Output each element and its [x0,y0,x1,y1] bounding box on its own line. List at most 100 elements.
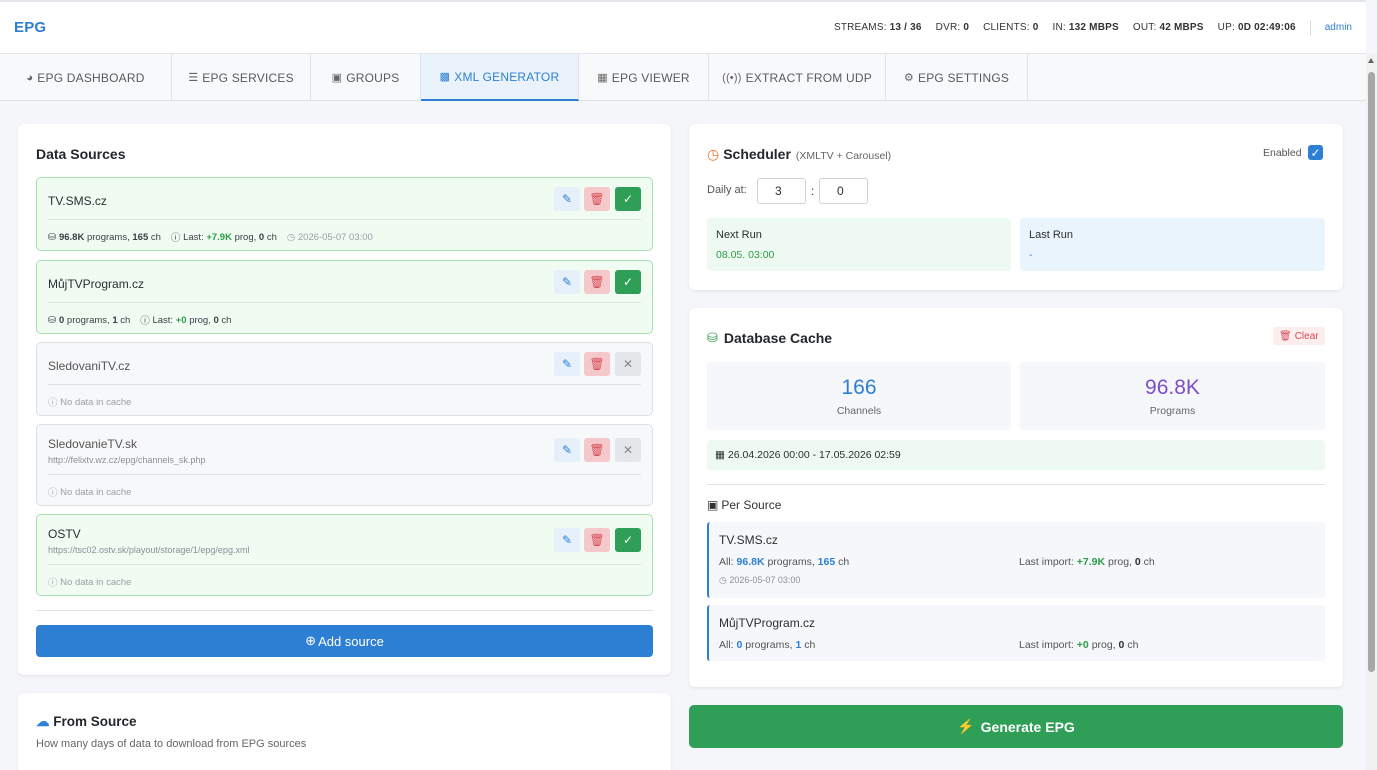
source-meta: ⓘ No data in cache [48,576,132,590]
edit-source-button[interactable]: ✎ [554,187,580,211]
source-item-mujtvprogram: MůjTVProgram.cz ✎ 🗑 ✓ ⛁ 0 programs, 1 ch… [36,260,653,334]
dashboard-icon: ◕ [26,71,34,84]
source-meta: ⓘ No data in cache [48,396,132,410]
trash-icon: 🗑 [589,275,605,289]
info-icon: ⓘ [48,398,58,409]
time-separator: : [811,184,815,198]
per-source-card-tvsms: TV.SMS.cz All: 96.8K programs, 165 ch La… [707,522,1325,598]
tab-extract-from-udp[interactable]: ((•)) EXTRACT FROM UDP [709,54,886,101]
delete-source-button[interactable]: 🗑 [584,270,610,294]
trash-icon: 🗑 [589,192,605,206]
list-icon: ☰ [188,72,199,84]
source-name: SledovanieTV.sk [48,437,137,451]
close-icon: ✕ [622,357,634,371]
toggle-source-button[interactable]: ✕ [615,438,641,462]
check-icon: ✓ [622,275,634,289]
database-icon: ⛁ [48,231,56,243]
data-sources-card: Data Sources TV.SMS.cz ✎ 🗑 ✓ ⛁ 96.8K pro… [18,124,671,675]
toggle-source-button[interactable]: ✓ [615,187,641,211]
divider [36,610,653,611]
per-source-last-import: Last import: +0 prog, 0 ch [1019,639,1139,651]
lightning-icon: ⚡ [957,718,975,734]
stat-clients: CLIENTS: 0 [983,22,1039,33]
toggle-source-button[interactable]: ✓ [615,528,641,552]
toggle-source-button[interactable]: ✓ [615,270,641,294]
brand-title[interactable]: EPG [14,19,46,36]
edit-source-button[interactable]: ✎ [554,438,580,462]
edit-source-button[interactable]: ✎ [554,352,580,376]
source-meta: ⛁ 0 programs, 1 ch ⓘ Last: +0 prog, 0 ch [48,314,232,328]
generate-epg-button[interactable]: ⚡ Generate EPG [689,705,1343,748]
scrollbar-thumb[interactable] [1368,72,1375,672]
add-source-button[interactable]: ⊕ Add source [36,625,653,657]
toggle-source-button[interactable]: ✕ [615,352,641,376]
scroll-up-arrow[interactable] [1368,58,1374,63]
box-icon: ▣ [331,72,343,84]
last-run-box: Last Run - [1020,218,1325,271]
clock-icon: ◷ [286,231,296,243]
database-cache-card: ⛁ Database Cache 🗑 Clear 166 Channels 96.… [689,308,1343,687]
tab-epg-services[interactable]: ☰ EPG SERVICES [172,54,311,101]
per-source-last-import: Last import: +7.9K prog, 0 ch [1019,556,1155,568]
edit-source-button[interactable]: ✎ [554,270,580,294]
source-url: http://felixtv.wz.cz/epg/channels_sk.php [48,455,206,465]
source-item-tvsms: TV.SMS.cz ✎ 🗑 ✓ ⛁ 96.8K programs, 165 ch… [36,177,653,251]
source-item-ostv: OSTV https://tsc02.ostv.sk/playout/stora… [36,514,653,596]
database-icon: ⛁ [707,330,718,345]
header-divider [1309,19,1311,36]
next-run-box: Next Run 08.05. 03:00 [707,218,1011,271]
scheduler-header: ◷ Scheduler (XMLTV + Carousel) [707,146,892,162]
source-meta: ⛁ 96.8K programs, 165 ch ⓘ Last: +7.9K p… [48,231,373,245]
divider [48,219,641,220]
from-source-title: ☁ From Source [36,714,137,729]
tab-epg-viewer[interactable]: ▦ EPG VIEWER [579,54,709,101]
per-source-all: All: 0 programs, 1 ch [719,639,816,651]
per-source-all: All: 96.8K programs, 165 ch [719,556,850,568]
user-menu[interactable]: admin [1325,22,1352,33]
calendar-icon: ▦ [715,449,725,461]
source-item-sledovanietv: SledovanieTV.sk http://felixtv.wz.cz/epg… [36,424,653,506]
database-icon: ⛁ [48,314,56,326]
hour-input[interactable]: 3 [757,178,806,204]
source-name: SledovaniTV.cz [48,359,131,373]
scheduler-enabled-checkbox[interactable]: ✓ [1308,145,1323,160]
divider [48,302,641,303]
per-source-title: ▣ Per Source [707,498,782,512]
info-icon: ⓘ [140,316,150,327]
source-item-sledovanitv: SledovaniTV.cz ✎ 🗑 ✕ ⓘ No data in cache [36,342,653,416]
daily-at-label: Daily at: [707,184,747,196]
tab-epg-settings[interactable]: ⚙ EPG SETTINGS [886,54,1028,101]
main-tabs: ◕ EPG DASHBOARD ☰ EPG SERVICES ▣ GROUPS ▩ XM… [0,54,1366,101]
tab-groups[interactable]: ▣ GROUPS [311,54,421,101]
data-sources-title: Data Sources [36,146,126,162]
clock-icon: ◷ [707,146,720,162]
page-scrollbar[interactable] [1366,54,1377,770]
clear-cache-button[interactable]: 🗑 Clear [1273,327,1325,345]
pencil-icon: ✎ [561,275,573,289]
stat-out: OUT: 42 MBPS [1132,22,1204,33]
divider [48,474,641,475]
scheduler-card: ◷ Scheduler (XMLTV + Carousel) Enabled ✓… [689,124,1343,290]
check-icon: ✓ [1310,145,1321,160]
plus-circle-icon: ⊕ [305,633,317,648]
delete-source-button[interactable]: 🗑 [584,438,610,462]
edit-source-button[interactable]: ✎ [554,528,580,552]
check-icon: ✓ [622,192,634,206]
source-name: MůjTVProgram.cz [48,277,145,291]
pencil-icon: ✎ [561,443,573,457]
delete-source-button[interactable]: 🗑 [584,528,610,552]
tab-epg-dashboard[interactable]: ◕ EPG DASHBOARD [0,54,172,101]
minute-input[interactable]: 0 [819,178,868,204]
pencil-icon: ✎ [561,192,573,206]
pencil-icon: ✎ [561,357,573,371]
tab-xml-generator[interactable]: ▩ XML GENERATOR [421,54,579,101]
programs-stat: 96.8K Programs [1020,362,1325,430]
delete-source-button[interactable]: 🗑 [584,352,610,376]
gear-icon: ⚙ [903,72,914,84]
top-bar: EPG STREAMS: 13 / 36 DVR: 0 CLIENTS: 0 IN: 1… [0,0,1366,54]
stat-streams: STREAMS: 13 / 36 [833,22,922,33]
trash-icon: 🗑 [589,443,605,457]
delete-source-button[interactable]: 🗑 [584,187,610,211]
divider [48,564,641,565]
status-stats: STREAMS: 13 / 36 DVR: 0 CLIENTS: 0 IN: 132 M… [820,19,1352,36]
